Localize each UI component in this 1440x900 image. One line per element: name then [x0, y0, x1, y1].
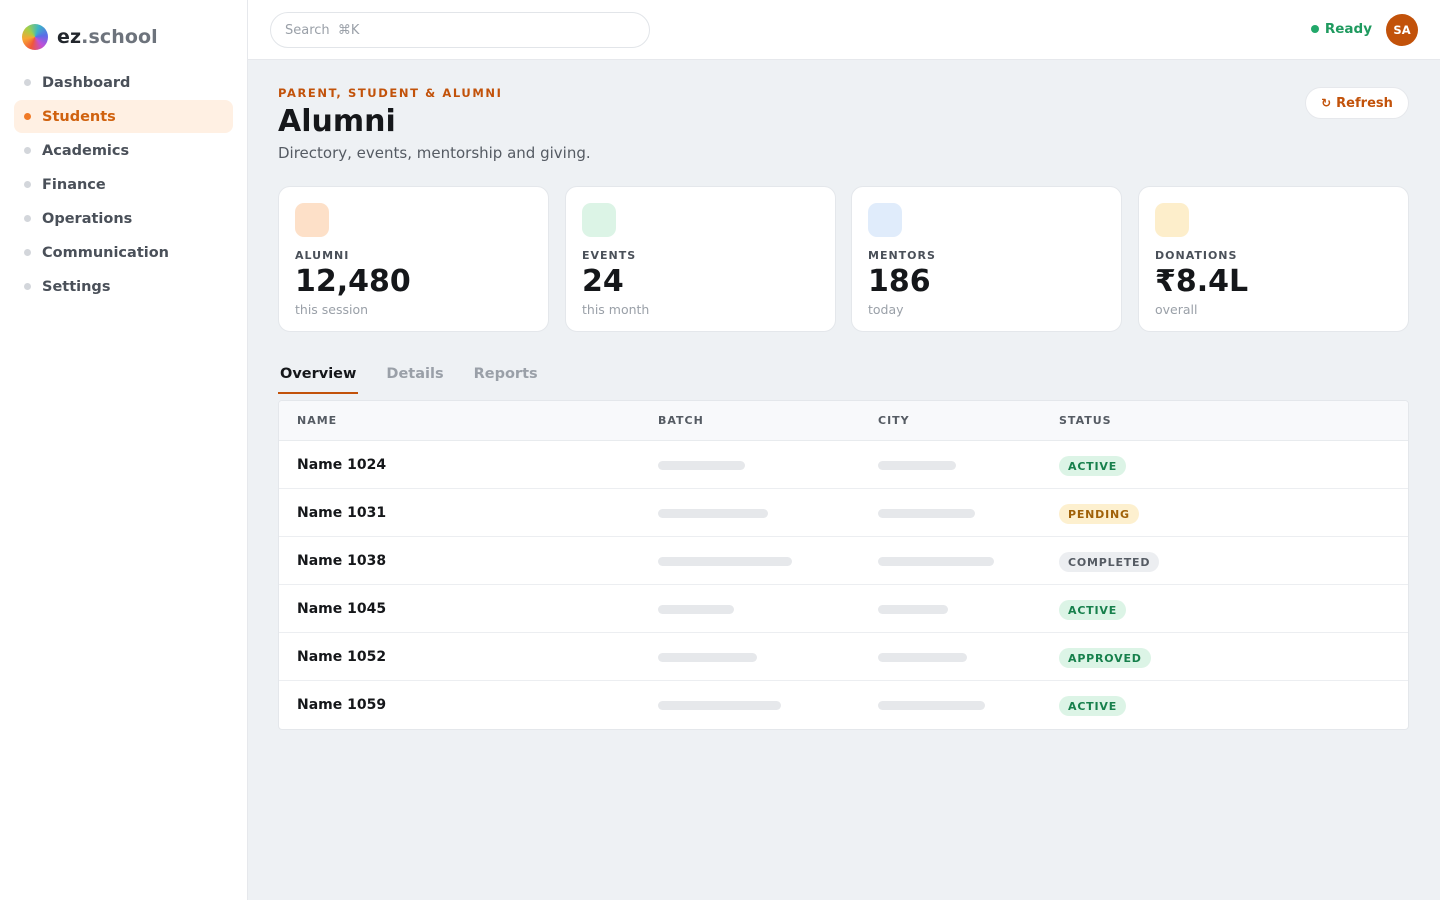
- sidebar-item-dashboard[interactable]: Dashboard: [14, 66, 233, 99]
- status-dot-icon: [1310, 25, 1319, 33]
- avatar[interactable]: SA: [1386, 14, 1418, 46]
- status-badge: ACTIVE: [1059, 456, 1127, 476]
- tab-overview[interactable]: Overview: [278, 366, 359, 394]
- city-placeholder: [878, 557, 994, 566]
- sidebar-item-operations[interactable]: Operations: [14, 202, 233, 235]
- stat-sub: today: [868, 302, 904, 317]
- status-badge: ACTIVE: [1059, 600, 1127, 620]
- sidebar-item-label: Settings: [42, 278, 111, 295]
- stat-label: ALUMNI: [295, 249, 350, 262]
- sidebar-item-label: Academics: [42, 142, 130, 159]
- batch-placeholder: [658, 461, 745, 470]
- stat-sub: overall: [1155, 302, 1198, 317]
- stat-label: EVENTS: [582, 249, 637, 262]
- brand-logo[interactable]: ez.school: [22, 24, 158, 50]
- search-input[interactable]: [270, 12, 650, 48]
- table-row[interactable]: Name 1052 APPROVED: [279, 633, 1408, 681]
- stat-icon: [1155, 203, 1189, 237]
- page-title: Alumni: [278, 104, 396, 139]
- refresh-icon: ↻: [1321, 96, 1332, 110]
- stat-value: 186: [868, 264, 931, 299]
- cell-name: Name 1052: [297, 649, 387, 665]
- cell-name: Name 1038: [297, 553, 387, 569]
- status-badge: APPROVED: [1059, 648, 1151, 668]
- tab-reports[interactable]: Reports: [472, 366, 540, 394]
- refresh-button[interactable]: ↻ Refresh: [1305, 87, 1409, 119]
- city-placeholder: [878, 653, 967, 662]
- column-header-name[interactable]: NAME: [297, 414, 337, 427]
- tab-bar: Overview Details Reports: [278, 366, 566, 394]
- table-row[interactable]: Name 1059 ACTIVE: [279, 681, 1408, 729]
- sidebar-item-label: Students: [42, 108, 116, 125]
- stat-card-events: EVENTS 24 this month: [565, 186, 836, 332]
- stat-label: MENTORS: [868, 249, 936, 262]
- sidebar-item-label: Dashboard: [42, 74, 131, 91]
- sidebar-item-label: Finance: [42, 176, 106, 193]
- column-header-status[interactable]: STATUS: [1059, 414, 1112, 427]
- city-placeholder: [878, 605, 948, 614]
- stat-card-mentors: MENTORS 186 today: [851, 186, 1122, 332]
- batch-placeholder: [658, 557, 792, 566]
- nav-dot-icon: [24, 79, 31, 86]
- table-row[interactable]: Name 1045 ACTIVE: [279, 585, 1408, 633]
- column-header-batch[interactable]: BATCH: [658, 414, 704, 427]
- table-header: NAME BATCH CITY STATUS: [279, 401, 1408, 441]
- stat-label: DONATIONS: [1155, 249, 1238, 262]
- city-placeholder: [878, 461, 956, 470]
- status-label: Ready: [1324, 21, 1372, 37]
- nav-dot-icon: [24, 181, 31, 188]
- stat-card-donations: DONATIONS ₹8.4L overall: [1138, 186, 1409, 332]
- stat-sub: this session: [295, 302, 369, 317]
- stat-value: 12,480: [295, 264, 411, 299]
- brand-name: ez.school: [57, 26, 158, 48]
- sidebar-item-academics[interactable]: Academics: [14, 134, 233, 167]
- status-badge: ACTIVE: [1059, 696, 1127, 716]
- batch-placeholder: [658, 509, 768, 518]
- alumni-table: NAME BATCH CITY STATUS Name 1024 ACTIVE …: [278, 400, 1409, 730]
- sidebar-item-settings[interactable]: Settings: [14, 270, 233, 303]
- tab-details[interactable]: Details: [384, 366, 445, 394]
- refresh-label: Refresh: [1336, 95, 1393, 111]
- sidebar-item-label: Communication: [42, 244, 170, 261]
- nav-dot-icon: [24, 249, 31, 256]
- sidebar-nav: Dashboard Students Academics Finance Ope…: [14, 66, 233, 304]
- stat-value: ₹8.4L: [1155, 264, 1249, 299]
- status-indicator: Ready: [1310, 21, 1372, 37]
- page-subtitle: Directory, events, mentorship and giving…: [278, 144, 591, 162]
- stat-icon: [582, 203, 616, 237]
- city-placeholder: [878, 509, 975, 518]
- sidebar-item-finance[interactable]: Finance: [14, 168, 233, 201]
- batch-placeholder: [658, 605, 734, 614]
- cell-name: Name 1059: [297, 697, 387, 713]
- column-header-city[interactable]: CITY: [878, 414, 910, 427]
- cell-name: Name 1024: [297, 457, 387, 473]
- status-badge: COMPLETED: [1059, 552, 1160, 572]
- sidebar: ez.school Dashboard Students Academics F…: [0, 0, 248, 900]
- stat-sub: this month: [582, 302, 650, 317]
- stat-card-alumni: ALUMNI 12,480 this session: [278, 186, 549, 332]
- nav-dot-icon: [24, 215, 31, 222]
- cell-name: Name 1031: [297, 505, 387, 521]
- sidebar-item-communication[interactable]: Communication: [14, 236, 233, 269]
- status-badge: PENDING: [1059, 504, 1139, 524]
- page-kicker: PARENT, STUDENT & ALUMNI: [278, 86, 503, 100]
- table-row[interactable]: Name 1024 ACTIVE: [279, 441, 1408, 489]
- batch-placeholder: [658, 653, 757, 662]
- sidebar-item-students[interactable]: Students: [14, 100, 233, 133]
- batch-placeholder: [658, 701, 781, 710]
- logo-icon: [22, 24, 48, 50]
- nav-dot-icon: [24, 283, 31, 290]
- stat-icon: [868, 203, 902, 237]
- nav-dot-icon: [24, 147, 31, 154]
- sidebar-item-label: Operations: [42, 210, 133, 227]
- cell-name: Name 1045: [297, 601, 387, 617]
- topbar: Ready SA: [248, 0, 1440, 60]
- nav-dot-icon: [24, 113, 31, 120]
- city-placeholder: [878, 701, 985, 710]
- stat-icon: [295, 203, 329, 237]
- table-row[interactable]: Name 1038 COMPLETED: [279, 537, 1408, 585]
- table-row[interactable]: Name 1031 PENDING: [279, 489, 1408, 537]
- stat-value: 24: [582, 264, 624, 299]
